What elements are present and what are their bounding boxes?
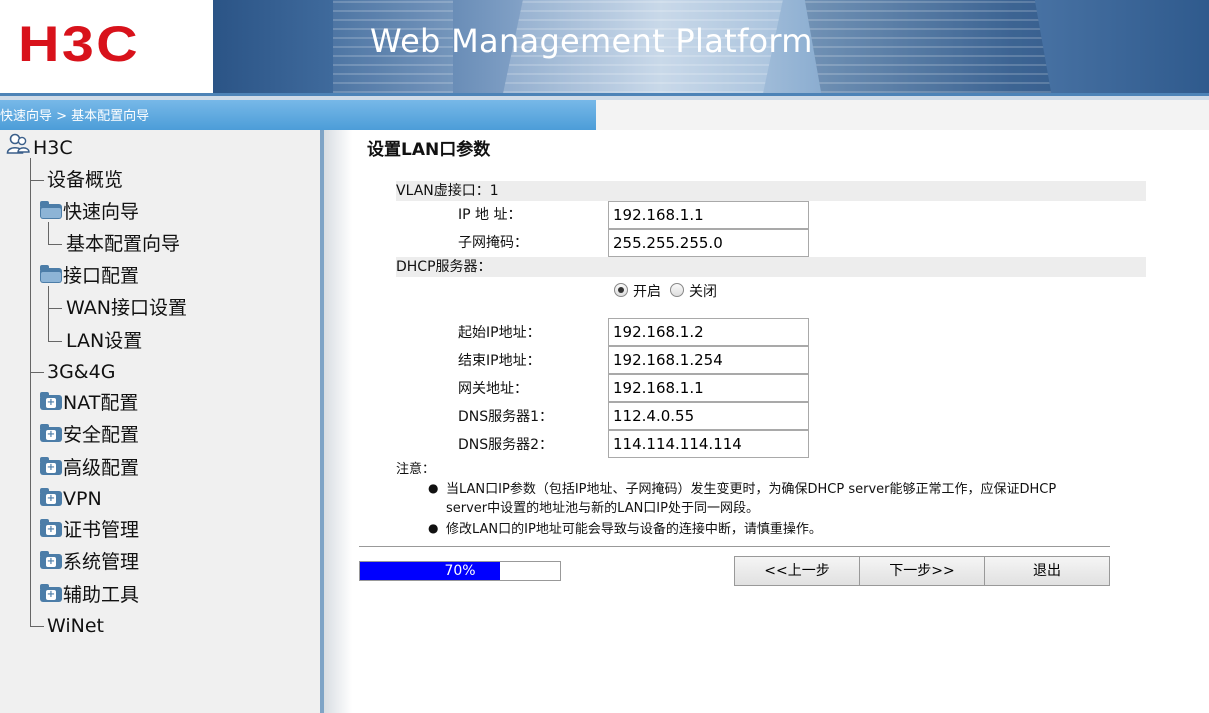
folder-plus-icon[interactable]: + [40, 519, 62, 537]
sidebar-item-3g4g[interactable]: 3G&4G [47, 360, 115, 384]
dns2-label: DNS服务器2： [458, 437, 554, 453]
gateway-label: 网关地址： [458, 381, 528, 397]
dhcp-section-header: DHCP服务器： [396, 257, 1146, 277]
bullet: ● [428, 481, 439, 495]
subnet-mask-field[interactable] [608, 229, 809, 257]
sidebar-item-wan-settings[interactable]: WAN接口设置 [66, 296, 187, 320]
platform-title: Web Management Platform [370, 22, 813, 60]
wizard-progress-bar: 70% [359, 561, 561, 581]
dhcp-enable-label[interactable]: 开启 [633, 282, 661, 302]
subnet-mask-label: 子网掩码： [458, 235, 528, 251]
dhcp-enable-radio[interactable] [614, 283, 628, 297]
next-button[interactable]: 下一步>> [859, 556, 985, 586]
start-ip-label: 起始IP地址： [458, 325, 541, 341]
folder-open-icon[interactable] [40, 201, 62, 219]
folder-plus-icon[interactable]: + [40, 457, 62, 475]
tree-line [30, 372, 44, 373]
breadcrumb: 快速向导 > 基本配置向导 [0, 100, 596, 130]
ip-address-label: IP 地 址： [458, 207, 522, 223]
sidebar-item-tools[interactable]: 辅助工具 [63, 583, 139, 607]
logo-area: H3C [0, 0, 213, 93]
sidebar-shadow [324, 130, 352, 713]
header: H3C Web Management Platform [0, 0, 1209, 93]
folder-open-icon[interactable] [40, 265, 62, 283]
tree-line [48, 341, 62, 342]
note-item-1-line-2: server中设置的地址池与新的LAN口IP处于同一网段。 [446, 501, 759, 516]
sidebar-item-quick-wizard[interactable]: 快速向导 [63, 200, 139, 224]
folder-plus-icon[interactable]: + [40, 584, 62, 602]
dns1-field[interactable] [608, 402, 809, 430]
gateway-field[interactable] [608, 374, 809, 402]
sidebar-item-vpn[interactable]: VPN [63, 487, 102, 511]
sidebar-item-certificate[interactable]: 证书管理 [63, 518, 139, 542]
tree-line [48, 244, 62, 245]
dhcp-disable-radio[interactable] [670, 283, 684, 297]
h3c-logo: H3C [18, 16, 140, 72]
page-title: 设置LAN口参数 [367, 140, 491, 160]
folder-plus-icon[interactable]: + [40, 551, 62, 569]
dhcp-disable-label[interactable]: 关闭 [689, 282, 717, 302]
dns2-field[interactable] [608, 430, 809, 458]
folder-plus-icon[interactable]: + [40, 488, 62, 506]
vlan-section-header: VLAN虚接口：1 [396, 181, 1146, 201]
tree-line [48, 308, 62, 309]
folder-plus-icon[interactable]: + [40, 424, 62, 442]
sidebar-item-security[interactable]: 安全配置 [63, 423, 139, 447]
end-ip-label: 结束IP地址： [458, 353, 541, 369]
sidebar-item-lan-settings[interactable]: LAN设置 [66, 329, 142, 353]
header-banner: Web Management Platform [213, 0, 1209, 93]
tree-line [48, 222, 49, 244]
sidebar-item-nat[interactable]: NAT配置 [63, 391, 138, 415]
tree-line [30, 180, 44, 181]
bullet: ● [428, 521, 439, 535]
sidebar-item-system[interactable]: 系统管理 [63, 550, 139, 574]
sidebar-item-basic-config-wizard[interactable]: 基本配置向导 [66, 232, 180, 256]
vlan-label: VLAN虚接口：1 [396, 183, 499, 199]
tree-line [30, 626, 44, 627]
sidebar-item-interface-config[interactable]: 接口配置 [63, 264, 139, 288]
dns1-label: DNS服务器1： [458, 409, 554, 425]
users-icon [6, 133, 30, 154]
note-item-1-line-1: 当LAN口IP参数（包括IP地址、子网掩码）发生变更时，为确保DHCP serv… [446, 482, 1057, 497]
progress-text: 70% [444, 563, 476, 579]
end-ip-field[interactable] [608, 346, 809, 374]
note-item-2: 修改LAN口的IP地址可能会导致与设备的连接中断，请慎重操作。 [446, 522, 822, 537]
divider [359, 546, 1110, 547]
sidebar-item-winet[interactable]: WiNet [47, 614, 104, 638]
sidebar-item-advanced[interactable]: 高级配置 [63, 456, 139, 480]
exit-button[interactable]: 退出 [984, 556, 1110, 586]
sidebar-item-device-overview[interactable]: 设备概览 [47, 168, 123, 192]
ip-address-field[interactable] [608, 201, 809, 229]
start-ip-field[interactable] [608, 318, 809, 346]
banner-building-graphic [804, 0, 1052, 93]
dhcp-label: DHCP服务器： [396, 259, 492, 275]
tree-line [30, 158, 31, 626]
note-label: 注意： [396, 462, 436, 477]
tree-line [48, 286, 49, 341]
folder-plus-icon[interactable]: + [40, 392, 62, 410]
previous-button[interactable]: <<上一步 [734, 556, 860, 586]
sidebar-root-h3c[interactable]: H3C [33, 136, 73, 160]
